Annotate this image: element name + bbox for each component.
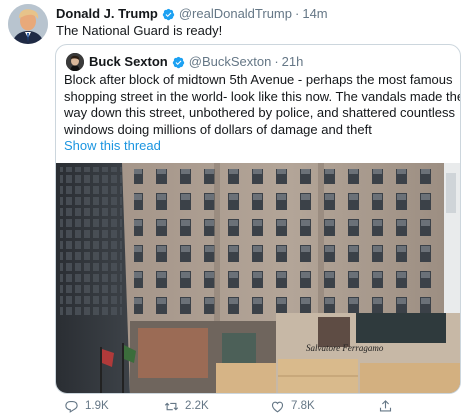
street-building-photo: Salvatore Ferragamo (56, 163, 460, 393)
tweet-actions: 1.9K 2.2K 7.8K (56, 397, 456, 415)
profile-photo (8, 4, 48, 44)
like-count: 7.8K (291, 400, 315, 412)
verified-badge-icon (162, 8, 175, 20)
quote-text-line: windows doing millions of dollars of dam… (64, 121, 372, 137)
quote-text-line: way down this street, unbothered by poli… (64, 105, 455, 120)
share-button[interactable] (378, 397, 399, 415)
quote-profile-photo (66, 53, 84, 71)
retweet-count: 2.2K (185, 400, 209, 412)
tweet[interactable]: Donald J. Trump @realDonaldTrump · 14m T… (0, 0, 470, 418)
tweet-time[interactable]: 14m (302, 6, 327, 22)
retweet-icon (164, 402, 179, 410)
author-handle[interactable]: @realDonaldTrump (179, 6, 292, 22)
share-icon (379, 399, 392, 411)
tweet-text: The National Guard is ready! (56, 23, 223, 38)
retweet-button[interactable]: 2.2K (164, 397, 209, 415)
reply-count: 1.9K (85, 400, 109, 412)
quote-author-avatar[interactable] (66, 53, 84, 71)
reply-button[interactable]: 1.9K (64, 397, 109, 415)
quote-time[interactable]: 21h (282, 54, 304, 70)
reply-icon (65, 400, 78, 413)
like-button[interactable]: 7.8K (270, 397, 315, 415)
verified-badge-icon (172, 56, 184, 68)
quote-author-handle[interactable]: @BuckSexton (189, 54, 272, 70)
author-avatar[interactable] (8, 4, 48, 44)
tweet-header: Donald J. Trump @realDonaldTrump · 14m (56, 6, 466, 22)
quote-text-line: shopping street in the world- look like … (64, 88, 461, 104)
separator: · (295, 6, 300, 21)
quoted-tweet[interactable]: Buck Sexton @BuckSexton · 21h Block afte… (55, 44, 461, 394)
quote-author-name[interactable]: Buck Sexton (89, 54, 168, 70)
quote-photo[interactable]: Salvatore Ferragamo (56, 163, 460, 393)
separator: · (274, 54, 279, 69)
author-name[interactable]: Donald J. Trump (56, 6, 158, 22)
quote-text: Block after block of midtown 5th Avenue … (64, 72, 461, 138)
store-sign-text: Salvatore Ferragamo (306, 343, 384, 353)
show-thread-link[interactable]: Show this thread (64, 138, 161, 154)
quote-text-line: Block after block of midtown 5th Avenue … (64, 72, 453, 87)
quote-header: Buck Sexton @BuckSexton · 21h (89, 54, 303, 70)
like-icon (271, 401, 284, 412)
